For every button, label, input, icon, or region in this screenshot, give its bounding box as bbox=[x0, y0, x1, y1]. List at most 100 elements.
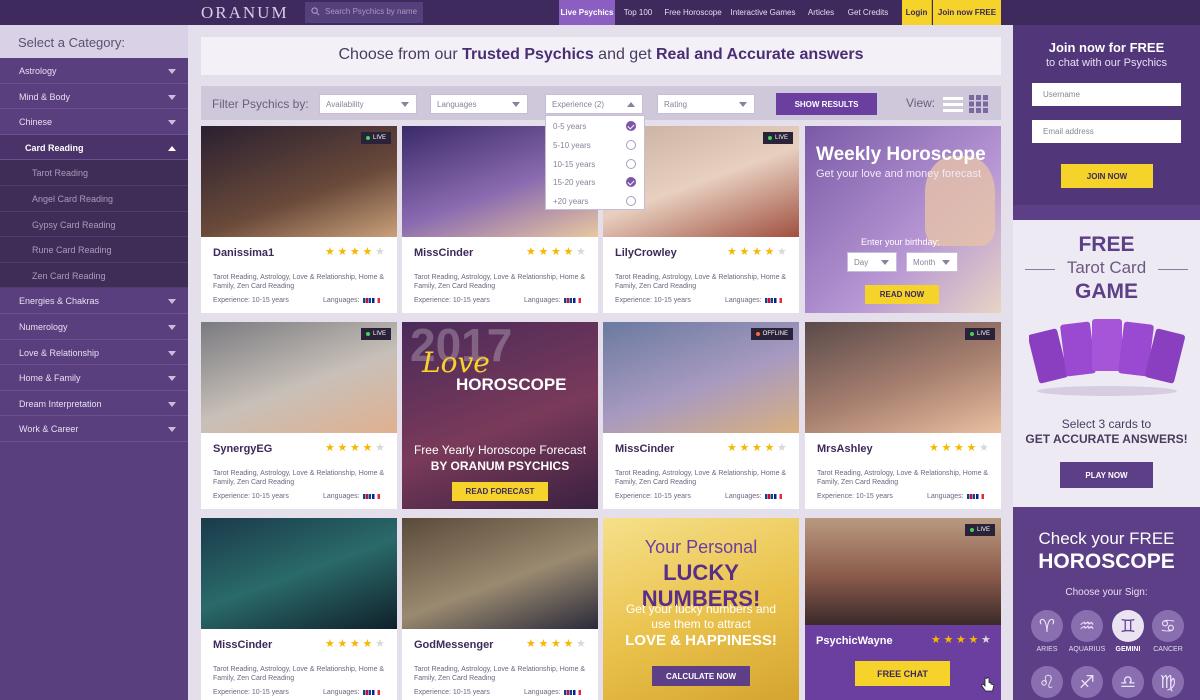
sidebar-item-home-family[interactable]: Home & Family bbox=[0, 365, 188, 391]
star-icon: ★ bbox=[526, 246, 536, 258]
uk-flag-icon bbox=[764, 297, 773, 303]
zodiac-sign-icon[interactable]: ♍ bbox=[1152, 666, 1184, 698]
psychic-name[interactable]: MrsAshley bbox=[817, 443, 873, 455]
divider bbox=[1158, 269, 1188, 270]
psychic-card[interactable]: LIVE SynergyEG ★ ★ ★ ★ ★ Tarot Reading, Astr… bbox=[201, 322, 397, 509]
list-view-icon[interactable] bbox=[943, 95, 963, 113]
zodiac-sign-icon[interactable]: ♎ bbox=[1112, 666, 1144, 698]
zodiac-aquarius-icon[interactable]: ♒ bbox=[1071, 610, 1103, 642]
read-forecast-button[interactable]: READ FORECAST bbox=[452, 482, 548, 501]
psychic-name[interactable]: GodMessenger bbox=[414, 639, 493, 651]
search-icon bbox=[311, 7, 320, 16]
sidebar-item-dream-interpretation[interactable]: Dream Interpretation bbox=[0, 391, 188, 417]
sidebar-subitem-angel-card-reading[interactable]: Angel Card Reading bbox=[0, 185, 188, 212]
psychic-name[interactable]: LilyCrowley bbox=[615, 247, 677, 259]
nav-interactive-games[interactable]: Interactive Games bbox=[728, 0, 798, 25]
tarot-game-panel[interactable]: FREE Tarot Card GAME Select 3 cards to G… bbox=[1013, 220, 1200, 507]
zodiac-sign-icon[interactable]: ♐ bbox=[1071, 666, 1103, 698]
experience-dropdown[interactable]: Experience (2) bbox=[545, 94, 643, 114]
sidebar-subitem-tarot-reading[interactable]: Tarot Reading bbox=[0, 160, 188, 186]
chevron-down-icon bbox=[168, 324, 176, 330]
grid-view-icon[interactable] bbox=[969, 95, 989, 113]
checked-radio-icon[interactable] bbox=[626, 177, 636, 188]
psychic-card[interactable]: LIVE MrsAshley ★ ★ ★ ★ ★ Tarot Reading, Astr… bbox=[805, 322, 1001, 509]
fr-flag-icon bbox=[572, 297, 581, 303]
radio-icon[interactable] bbox=[626, 158, 636, 169]
radio-icon[interactable] bbox=[626, 139, 636, 150]
play-now-button[interactable]: PLAY NOW bbox=[1060, 462, 1153, 488]
psychic-name[interactable]: SynergyEG bbox=[213, 443, 272, 455]
experience-option[interactable]: 5-10 years bbox=[546, 135, 644, 154]
sidebar-subitem-rune-card-reading[interactable]: Rune Card Reading bbox=[0, 237, 188, 263]
sidebar-item-energies-chakras[interactable]: Energies & Chakras bbox=[0, 288, 188, 314]
sidebar-item-love-relationship[interactable]: Love & Relationship bbox=[0, 340, 188, 366]
email-field[interactable]: Email address bbox=[1032, 120, 1181, 143]
psychic-card[interactable]: LIVE Danissima1 ★ ★ ★ ★ ★ Tarot Reading, Ast… bbox=[201, 126, 397, 313]
psychic-name[interactable]: Danissima1 bbox=[213, 247, 274, 259]
chevron-down-icon bbox=[881, 260, 889, 265]
nav-free-horoscope[interactable]: Free Horoscope bbox=[662, 0, 724, 25]
psychic-card[interactable]: GodMessenger ★ ★ ★ ★ ★ Tarot Reading, Astrol… bbox=[402, 518, 598, 700]
uk-flag-icon bbox=[362, 493, 371, 499]
zodiac-cancer-icon[interactable]: ♋ bbox=[1152, 610, 1184, 642]
star-icon: ★ bbox=[526, 638, 536, 650]
checked-radio-icon[interactable] bbox=[626, 121, 636, 131]
search-input[interactable]: Search Psychics by name bbox=[305, 2, 423, 23]
zodiac-aries-icon[interactable]: ♈ bbox=[1031, 610, 1063, 642]
star-icon: ★ bbox=[954, 442, 964, 454]
weekly-horoscope-promo[interactable]: Weekly Horoscope Get your love and money… bbox=[805, 126, 1001, 313]
chevron-down-icon bbox=[168, 120, 176, 126]
read-now-button[interactable]: READ NOW bbox=[865, 285, 939, 304]
nav-articles[interactable]: Articles bbox=[802, 0, 840, 25]
sidebar-item-card-reading[interactable]: Card Reading bbox=[0, 134, 188, 161]
join-now-free-button[interactable]: Join now FREE bbox=[933, 0, 1001, 25]
languages-dropdown[interactable]: Languages bbox=[430, 94, 528, 114]
rating-stars: ★ ★ ★ ★ ★ bbox=[325, 639, 387, 651]
star-icon: ★ bbox=[538, 246, 549, 258]
sidebar-subitem-gypsy-card-reading[interactable]: Gypsy Card Reading bbox=[0, 211, 188, 238]
experience-option[interactable]: 10-15 years bbox=[546, 154, 644, 173]
sidebar-item-mind-body[interactable]: Mind & Body bbox=[0, 84, 188, 110]
rating-dropdown[interactable]: Rating bbox=[657, 94, 755, 114]
star-icon: ★ bbox=[966, 442, 977, 454]
birthday-month-select[interactable]: Month bbox=[906, 252, 958, 272]
sidebar-subitem-zen-card-reading[interactable]: Zen Card Reading bbox=[0, 262, 188, 289]
availability-dropdown[interactable]: Availability bbox=[319, 94, 417, 114]
login-button[interactable]: Login bbox=[902, 0, 932, 25]
radio-icon[interactable] bbox=[626, 196, 636, 207]
psychic-card[interactable]: OFFLINE MissCinder ★ ★ ★ ★ ★ Tarot Reading, … bbox=[603, 322, 799, 509]
sidebar-item-work-career[interactable]: Work & Career bbox=[0, 416, 188, 442]
psychic-card-highlighted[interactable]: LIVE PsychicWayne ★ ★ ★ ★ ★ FREE CHAT bbox=[805, 518, 1001, 700]
show-results-button[interactable]: SHOW RESULTS bbox=[776, 93, 877, 115]
psychic-name[interactable]: MissCinder bbox=[615, 443, 674, 455]
experience-option[interactable]: 15-20 years bbox=[546, 172, 644, 191]
love-horoscope-promo[interactable]: 2017 Love HOROSCOPE Free Yearly Horoscop… bbox=[402, 322, 598, 509]
username-field[interactable]: Username bbox=[1032, 83, 1181, 106]
psychic-name[interactable]: MissCinder bbox=[213, 639, 272, 651]
star-icon: ★ bbox=[981, 634, 991, 646]
experience-option[interactable]: +20 years bbox=[546, 191, 644, 210]
oranum-logo[interactable]: ORANUM bbox=[201, 3, 289, 23]
sidebar-item-astrology[interactable]: Astrology bbox=[0, 58, 188, 84]
lucky-title-line1: Your Personal bbox=[644, 537, 758, 557]
lucky-numbers-promo[interactable]: Your Personal LUCKY NUMBERS! Get your lu… bbox=[603, 518, 799, 700]
sidebar-item-chinese[interactable]: Chinese bbox=[0, 109, 188, 135]
calculate-now-button[interactable]: CALCULATE NOW bbox=[652, 666, 750, 686]
zodiac-sign-icon[interactable]: ♌ bbox=[1031, 666, 1063, 698]
zodiac-gemini-icon[interactable]: ♊ bbox=[1112, 610, 1144, 642]
psychic-card[interactable]: MissCinder ★ ★ ★ ★ ★ Tarot Reading, Astrolog… bbox=[201, 518, 397, 700]
psychic-name[interactable]: PsychicWayne bbox=[816, 635, 893, 647]
psychic-name[interactable]: MissCinder bbox=[414, 247, 473, 259]
star-icon: ★ bbox=[727, 442, 737, 454]
experience-option[interactable]: 0-5 years bbox=[546, 116, 644, 135]
psychic-languages: Languages: bbox=[323, 493, 380, 500]
sidebar-item-numerology[interactable]: Numerology bbox=[0, 314, 188, 340]
free-chat-button[interactable]: FREE CHAT bbox=[855, 661, 950, 686]
birthday-day-select[interactable]: Day bbox=[847, 252, 897, 272]
languages-label: Languages: bbox=[725, 493, 762, 500]
nav-top-100[interactable]: Top 100 bbox=[618, 0, 658, 25]
nav-get-credits[interactable]: Get Credits bbox=[844, 0, 892, 25]
nav-live-psychics[interactable]: Live Psychics bbox=[559, 0, 615, 25]
rating-stars: ★ ★ ★ ★ ★ bbox=[727, 443, 789, 455]
join-now-button[interactable]: JOIN NOW bbox=[1061, 164, 1153, 188]
